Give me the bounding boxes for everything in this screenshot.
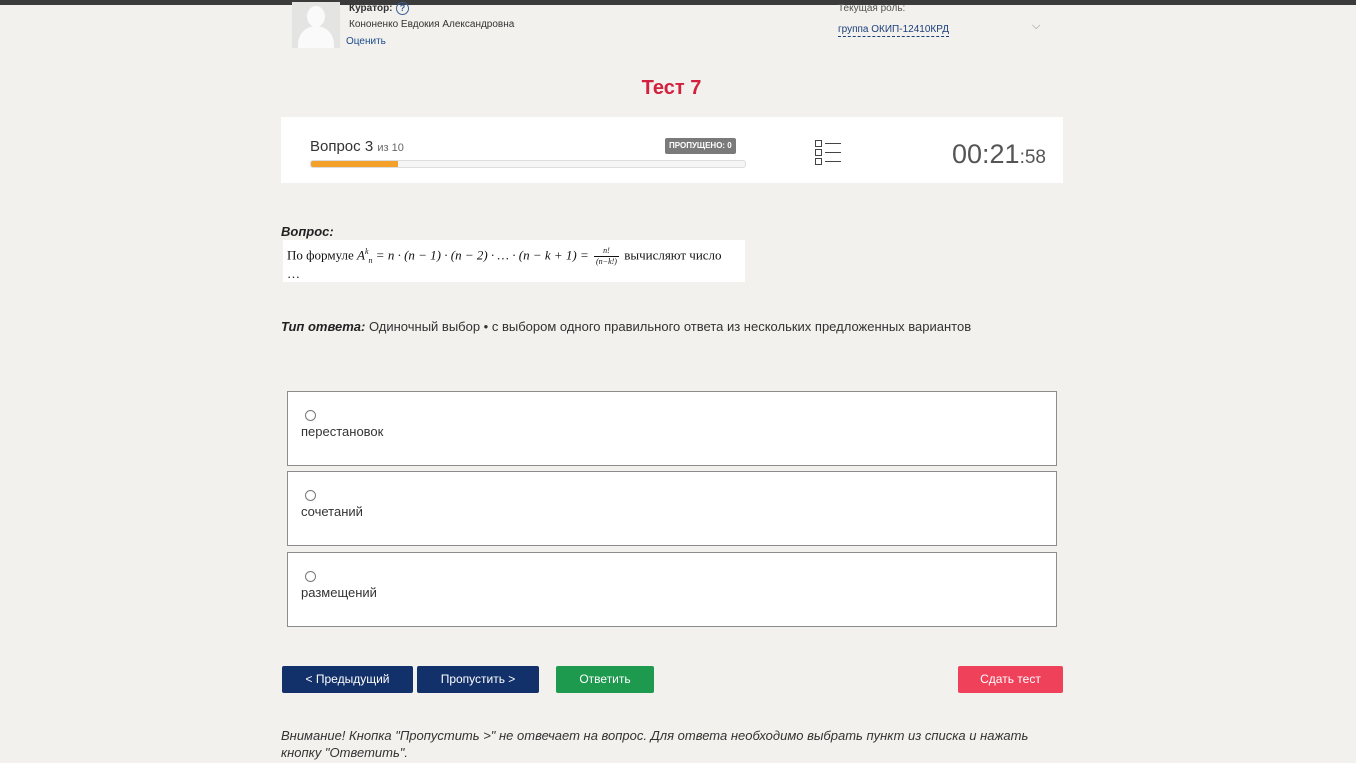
curator-name: Кононенко Евдокия Александровна [349,19,515,30]
chevron-down-icon[interactable]: ⌵ [1032,20,1040,33]
top-bar [0,0,1356,5]
progress-bar [310,160,746,168]
answer-option-text: размещений [301,585,377,600]
question-heading: Вопрос: [281,224,334,239]
formula-sup: k [364,247,369,257]
answer-type-label: Тип ответа: [281,319,366,334]
avatar-torso [298,26,334,48]
answer-option-2[interactable]: сочетаний [287,471,1057,546]
warning-note: Внимание! Кнопка "Пропустить >" не отвеч… [281,728,1029,760]
test-title: Тест 7 [641,77,702,99]
skipped-badge: ПРОПУЩЕНО: 0 [665,138,736,154]
help-icon[interactable]: ? [396,2,409,15]
timer: 00:21:58 [952,139,1046,170]
question-total: из 10 [377,142,404,154]
radio-button[interactable] [305,410,316,421]
formula-sub: n [368,256,373,266]
avatar-head [307,6,325,27]
answer-option-1[interactable]: перестановок [287,391,1057,466]
question-suffix: вычисляют число [624,247,722,263]
answer-type-value: Одиночный выбор • с выбором одного прави… [368,319,972,334]
radio-button[interactable] [305,571,316,582]
formula-body: = n · (n − 1) · (n − 2) · … · (n − k + 1… [375,247,589,263]
submit-test-button[interactable]: Сдать тест [958,666,1063,693]
fraction-denominator: (n−k!) [596,257,617,266]
question-list-icon[interactable] [815,140,843,165]
curator-label: Куратор: [349,3,393,14]
formula-lhs: A [357,247,365,263]
answer-button[interactable]: Ответить [556,666,654,693]
question-number: Вопрос 3 [310,138,374,155]
timer-seconds: :58 [1019,147,1046,168]
role-label: Текущая роль: [838,3,906,14]
progress-panel: Вопрос 3 из 10 ПРОПУЩЕНО: 0 00:21:58 [281,117,1063,183]
answer-option-text: перестановок [301,424,384,439]
rate-link[interactable]: Оценить [346,36,386,47]
skip-button[interactable]: Пропустить > [417,666,539,693]
answer-option-text: сочетаний [301,504,363,519]
question-text: По формуле Akn = n · (n − 1) · (n − 2) ·… [283,240,745,282]
role-selector[interactable]: группа ОКИП-12410КРД [838,24,949,37]
timer-main: 00:21 [952,139,1020,169]
question-counter: Вопрос 3 из 10 [310,138,404,155]
fraction-numerator: n! [594,246,619,257]
answer-type: Тип ответа: Одиночный выбор • с выбором … [281,319,971,334]
radio-button[interactable] [305,490,316,501]
answer-option-3[interactable]: размещений [287,552,1057,627]
question-prefix: По формуле [287,247,354,263]
avatar [292,2,340,48]
previous-button[interactable]: < Предыдущий [282,666,413,693]
progress-bar-fill [311,161,398,167]
question-ellipsis: … [287,266,300,281]
formula-fraction: n! (n−k!) [594,246,619,267]
